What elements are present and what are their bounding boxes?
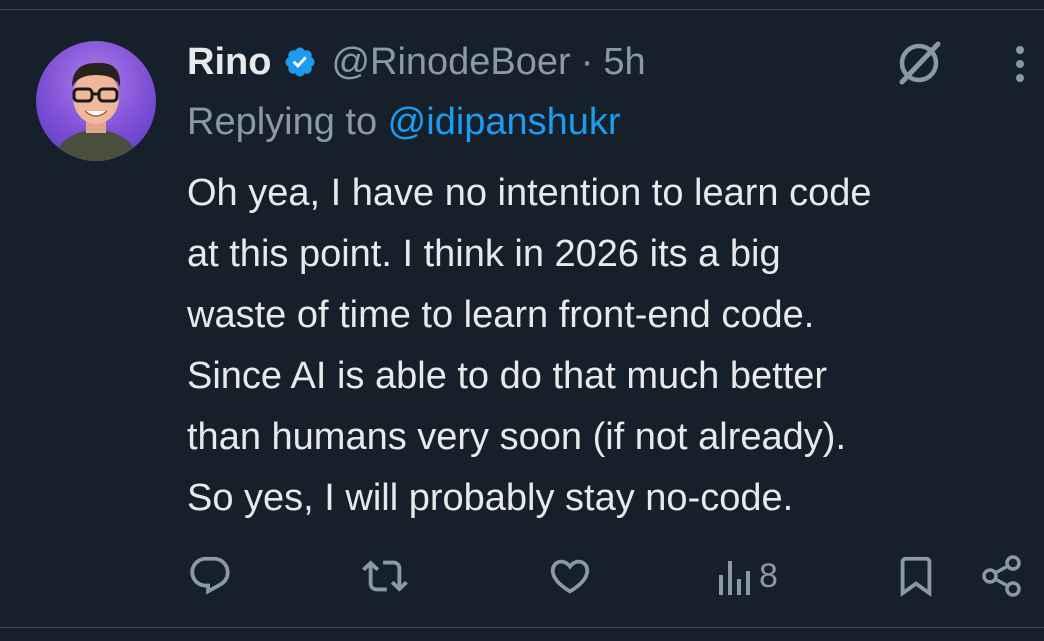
divider-bottom bbox=[0, 627, 1044, 628]
share-button[interactable] bbox=[979, 548, 1025, 604]
separator-dot: · bbox=[580, 40, 594, 83]
tweet-header: Rino @RinodeBoer · 5h bbox=[187, 38, 646, 86]
tweet-text-line: Since AI is able to do that much better bbox=[187, 355, 828, 397]
retweet-button[interactable] bbox=[362, 548, 408, 604]
tweet-text-line: at this point. I think in 2026 its a big bbox=[187, 233, 781, 275]
views-chart-icon bbox=[719, 561, 750, 595]
reply-icon bbox=[190, 556, 230, 595]
avatar[interactable] bbox=[36, 41, 156, 161]
grok-icon[interactable] bbox=[893, 37, 945, 89]
tweet-text-line: So yes, I will probably stay no-code. bbox=[187, 477, 794, 519]
avatar-portrait bbox=[54, 62, 138, 161]
views-count: 8 bbox=[759, 556, 778, 595]
share-icon bbox=[982, 555, 1021, 597]
bookmark-button[interactable] bbox=[893, 548, 939, 604]
heart-icon bbox=[550, 559, 590, 594]
tweet[interactable]: Rino @RinodeBoer · 5h Replying to @idipa… bbox=[0, 0, 1044, 641]
like-button[interactable] bbox=[547, 548, 593, 604]
verified-badge-icon bbox=[283, 45, 317, 79]
tweet-text-line: Oh yea, I have no intention to learn cod… bbox=[187, 172, 872, 214]
timestamp[interactable]: 5h bbox=[603, 41, 645, 84]
reply-button[interactable] bbox=[187, 548, 233, 604]
replying-to: Replying to @idipanshukr bbox=[187, 101, 621, 144]
bookmark-icon bbox=[900, 556, 932, 597]
tweet-text-line: waste of time to learn front-end code. bbox=[187, 294, 815, 336]
tweet-text: Oh yea, I have no intention to learn cod… bbox=[187, 163, 1027, 529]
display-name[interactable]: Rino bbox=[187, 41, 271, 84]
action-bar: 8 bbox=[187, 548, 1027, 604]
tweet-text-line: than humans very soon (if not already). bbox=[187, 416, 847, 458]
more-vertical-icon[interactable] bbox=[1006, 44, 1034, 84]
replying-to-mention[interactable]: @idipanshukr bbox=[388, 101, 621, 143]
user-handle[interactable]: @RinodeBoer bbox=[331, 41, 570, 84]
views-button[interactable]: 8 bbox=[717, 548, 778, 604]
divider-top bbox=[0, 9, 1044, 10]
replying-prefix: Replying to bbox=[187, 101, 388, 143]
retweet-icon bbox=[362, 560, 408, 592]
